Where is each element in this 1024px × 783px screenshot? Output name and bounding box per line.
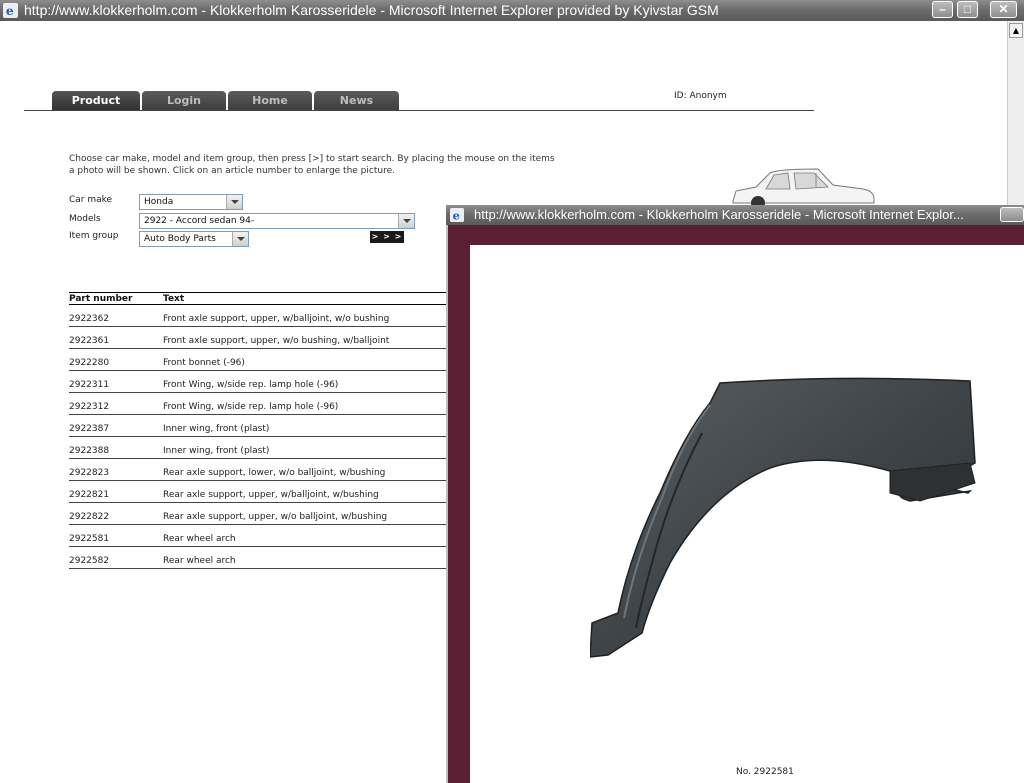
part-number-link[interactable]: 2922821: [69, 490, 109, 500]
table-row[interactable]: 2922362 Front axle support, upper, w/ball…: [69, 305, 446, 327]
popup-titlebar: e http://www.klokkerholm.com - Klokkerho…: [446, 205, 1024, 225]
car-make-value: Honda: [144, 197, 174, 207]
search-button[interactable]: > > >: [370, 231, 404, 243]
tab-home[interactable]: Home: [228, 91, 312, 111]
popup-image-area: [470, 245, 1024, 783]
internet-explorer-icon: e: [3, 3, 18, 18]
svg-text:e: e: [453, 208, 460, 222]
models-value: 2922 - Accord sedan 94-: [144, 216, 255, 226]
window-titlebar: e http://www.klokkerholm.com - Klokkerho…: [0, 0, 1024, 21]
models-label: Models: [69, 214, 101, 224]
car-make-label: Car make: [69, 195, 113, 205]
table-row[interactable]: 2922311 Front Wing, w/side rep. lamp hole…: [69, 371, 446, 393]
table-row[interactable]: 2922312 Front Wing, w/side rep. lamp hole…: [69, 393, 446, 415]
table-header: Part number Text: [69, 292, 446, 305]
internet-explorer-icon: e: [450, 208, 464, 222]
part-description: Front Wing, w/side rep. lamp hole (-96): [163, 402, 339, 412]
tab-news[interactable]: News: [314, 91, 399, 111]
chevron-down-icon[interactable]: [398, 214, 414, 228]
svg-text:e: e: [6, 4, 14, 18]
part-number-link[interactable]: 2922280: [69, 358, 109, 368]
table-row[interactable]: 2922822 Rear axle support, upper, w/o bal…: [69, 503, 446, 525]
nav-divider: [24, 110, 814, 111]
part-description: Inner wing, front (plast): [163, 424, 270, 434]
models-select[interactable]: 2922 - Accord sedan 94-: [139, 213, 415, 229]
part-description: Rear axle support, lower, w/o balljoint,…: [163, 468, 386, 478]
chevron-down-icon[interactable]: [232, 232, 248, 246]
maximize-button[interactable]: □: [957, 1, 978, 18]
table-row[interactable]: 2922821 Rear axle support, upper, w/ballj…: [69, 481, 446, 503]
item-group-value: Auto Body Parts: [144, 234, 216, 244]
item-group-select[interactable]: Auto Body Parts: [139, 231, 249, 247]
chevron-down-icon[interactable]: [226, 195, 242, 209]
item-group-label: Item group: [69, 231, 119, 241]
header-part-number: Part number: [69, 294, 133, 304]
part-description: Rear axle support, upper, w/balljoint, w…: [163, 490, 379, 500]
popup-minimize-button[interactable]: [1000, 207, 1024, 222]
part-description: Front axle support, upper, w/o bushing, …: [163, 336, 390, 346]
part-number-link[interactable]: 2922822: [69, 512, 109, 522]
maximize-icon: □: [963, 2, 972, 16]
scroll-up-icon[interactable]: ▲: [1009, 23, 1023, 38]
part-description: Front bonnet (-96): [163, 358, 245, 368]
part-number-link[interactable]: 2922311: [69, 380, 109, 390]
part-number-link[interactable]: 2922581: [69, 534, 109, 544]
table-row[interactable]: 2922581 Rear wheel arch: [69, 525, 446, 547]
car-illustration: [732, 168, 875, 208]
part-number-link[interactable]: 2922362: [69, 314, 109, 324]
tab-login[interactable]: Login: [142, 91, 226, 111]
wheel-arch-part-image: [590, 377, 976, 658]
close-button[interactable]: ✕: [990, 1, 1017, 18]
part-number-link[interactable]: 2922312: [69, 402, 109, 412]
part-number-caption: No. 2922581: [736, 767, 794, 777]
part-description: Rear wheel arch: [163, 534, 236, 544]
table-row[interactable]: 2922823 Rear axle support, lower, w/o bal…: [69, 459, 446, 481]
window-title: http://www.klokkerholm.com - Klokkerholm…: [24, 2, 719, 18]
user-id: ID: Anonym: [674, 91, 727, 101]
part-description: Inner wing, front (plast): [163, 446, 270, 456]
minimize-icon: –: [939, 2, 946, 16]
close-icon: ✕: [998, 2, 1009, 16]
table-row[interactable]: 2922582 Rear wheel arch: [69, 547, 446, 569]
minimize-button[interactable]: –: [932, 1, 953, 18]
part-description: Front axle support, upper, w/balljoint, …: [163, 314, 390, 324]
part-number-link[interactable]: 2922361: [69, 336, 109, 346]
part-description: Rear axle support, upper, w/o balljoint,…: [163, 512, 388, 522]
image-popup-window: e http://www.klokkerholm.com - Klokkerho…: [446, 205, 1024, 783]
instructions-text: Choose car make, model and item group, t…: [69, 154, 555, 176]
part-description: Front Wing, w/side rep. lamp hole (-96): [163, 380, 339, 390]
part-number-link[interactable]: 2922387: [69, 424, 109, 434]
car-make-select[interactable]: Honda: [139, 194, 243, 210]
table-row[interactable]: 2922280 Front bonnet (-96): [69, 349, 446, 371]
header-text: Text: [163, 294, 185, 304]
results-table: Part number Text 2922362 Front axle suppo…: [69, 292, 446, 569]
part-number-link[interactable]: 2922388: [69, 446, 109, 456]
part-number-link[interactable]: 2922582: [69, 556, 109, 566]
table-row[interactable]: 2922388 Inner wing, front (plast): [69, 437, 446, 459]
table-row[interactable]: 2922361 Front axle support, upper, w/o bu…: [69, 327, 446, 349]
part-description: Rear wheel arch: [163, 556, 236, 566]
part-number-link[interactable]: 2922823: [69, 468, 109, 478]
tab-product-search[interactable]: Product search: [52, 91, 140, 127]
popup-title: http://www.klokkerholm.com - Klokkerholm…: [474, 207, 964, 222]
table-row[interactable]: 2922387 Inner wing, front (plast): [69, 415, 446, 437]
